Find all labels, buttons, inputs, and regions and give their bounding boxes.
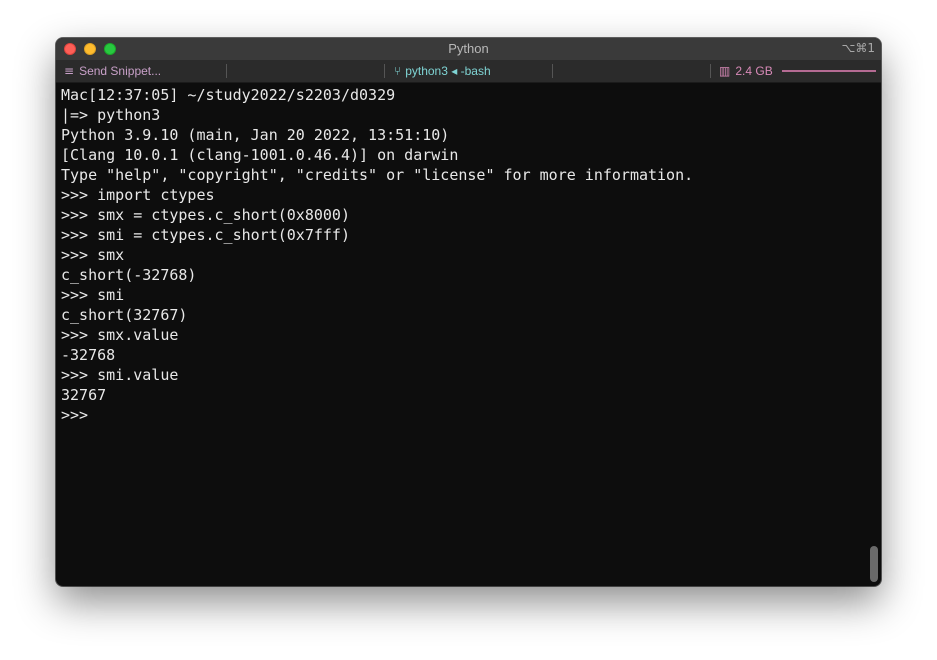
terminal-line: Mac[12:37:05] ~/study2022/s2203/d0329	[61, 86, 396, 104]
terminal-line: c_short(-32768)	[61, 266, 197, 284]
terminal-line: >>>	[61, 406, 98, 424]
scrollbar[interactable]	[870, 546, 878, 582]
session-indicator[interactable]: ⑂ python3 ◂ -bash	[394, 64, 491, 78]
terminal-line: >>> smi	[61, 286, 125, 304]
divider	[226, 64, 227, 78]
divider	[552, 64, 553, 78]
terminal-line: >>> smi = ctypes.c_short(0x7fff)	[61, 226, 350, 244]
terminal-line: -32768	[61, 346, 116, 364]
terminal-line: |=> python3	[61, 106, 161, 124]
memory-label: 2.4 GB	[735, 64, 773, 78]
window-title: Python	[448, 41, 489, 56]
terminal-line: Type "help", "copyright", "credits" or "…	[61, 166, 694, 184]
session-label: python3 ◂ -bash	[405, 64, 491, 78]
title-bar: Python ⌥⌘1	[56, 38, 881, 61]
branch-icon: ⑂	[394, 64, 402, 78]
memory-indicator: ▥ 2.4 GB	[719, 64, 876, 78]
terminal-line: [Clang 10.0.1 (clang-1001.0.46.4)] on da…	[61, 146, 459, 164]
send-snippet-label: Send Snippet...	[79, 64, 162, 78]
memory-icon: ▥	[719, 64, 731, 78]
terminal-window: Python ⌥⌘1 ≡ Send Snippet... ⑂ python3 ◂…	[56, 38, 881, 586]
terminal-line: >>> smi.value	[61, 366, 179, 384]
window-shortcut: ⌥⌘1	[841, 41, 875, 55]
memory-usage-bar	[781, 70, 876, 72]
divider	[710, 64, 711, 78]
terminal-line: Python 3.9.10 (main, Jan 20 2022, 13:51:…	[61, 126, 450, 144]
terminal-line: >>> smx	[61, 246, 125, 264]
terminal-line: >>> smx = ctypes.c_short(0x8000)	[61, 206, 350, 224]
terminal-output[interactable]: Mac[12:37:05] ~/study2022/s2203/d0329 |=>…	[61, 85, 861, 580]
divider	[384, 64, 385, 78]
status-bar: ≡ Send Snippet... ⑂ python3 ◂ -bash ▥ 2.…	[56, 60, 881, 83]
terminal-line: c_short(32767)	[61, 306, 188, 324]
hamburger-icon: ≡	[64, 64, 75, 78]
terminal-line: >>> import ctypes	[61, 186, 215, 204]
terminal-line: >>> smx.value	[61, 326, 179, 344]
send-snippet-button[interactable]: ≡ Send Snippet...	[64, 64, 161, 78]
terminal-line: 32767	[61, 386, 107, 404]
